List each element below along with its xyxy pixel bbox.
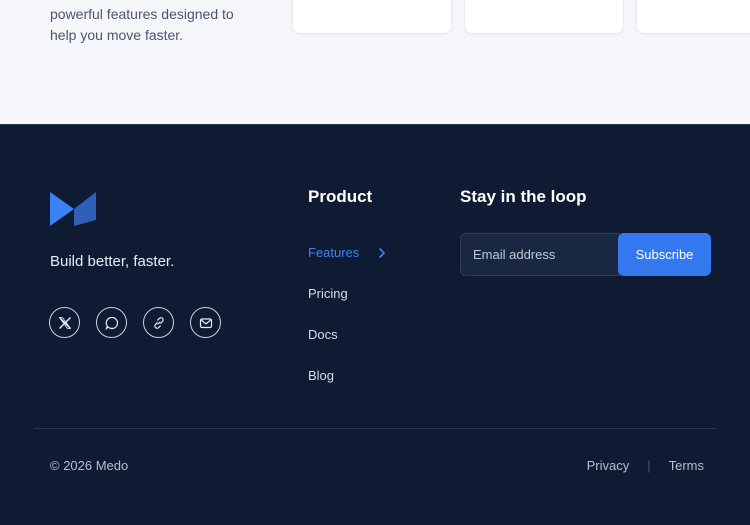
nav-docs-link[interactable]: Docs <box>308 314 387 355</box>
newsletter-heading: Stay in the loop <box>460 187 587 206</box>
features-section: powerful features designed to help you m… <box>0 0 750 125</box>
features-intro: powerful features designed to help you m… <box>50 4 280 46</box>
subscribe-button[interactable]: Subscribe <box>618 233 711 276</box>
product-heading: Product <box>308 187 373 206</box>
nav-features-link[interactable]: Features <box>308 232 387 273</box>
site-footer: Build better, faster. Product Features P… <box>0 126 750 525</box>
nav-blog-label: Blog <box>308 368 335 383</box>
nav-pricing-link[interactable]: Pricing <box>308 273 387 314</box>
terms-link[interactable]: Terms <box>669 458 704 473</box>
privacy-link[interactable]: Privacy <box>587 458 630 473</box>
product-nav: Features Pricing Docs Blog <box>308 232 387 396</box>
nav-features-label: Features <box>308 245 360 260</box>
feature-card <box>292 0 452 34</box>
nav-docs-label: Docs <box>308 327 338 342</box>
x-icon <box>58 316 71 329</box>
brand-tagline: Build better, faster. <box>50 253 175 270</box>
chat-social-button[interactable] <box>96 307 127 338</box>
chevron-right-icon <box>379 247 386 258</box>
mail-social-button[interactable] <box>190 307 221 338</box>
link-icon <box>153 316 164 329</box>
footer-divider <box>34 428 716 429</box>
copyright-text: © 2026 Medo <box>50 458 129 473</box>
intro-line-2: help you move faster. <box>50 27 184 43</box>
chat-icon <box>104 316 118 330</box>
nav-pricing-label: Pricing <box>308 286 348 301</box>
nav-blog-link[interactable]: Blog <box>308 355 387 396</box>
feature-card <box>464 0 624 34</box>
link-social-button[interactable] <box>143 307 174 338</box>
legal-separator: | <box>647 458 651 473</box>
mail-icon <box>199 317 212 328</box>
medo-logo-icon[interactable] <box>50 190 96 228</box>
email-field[interactable] <box>460 233 620 276</box>
intro-line-1: powerful features designed to <box>50 6 234 22</box>
legal-links: Privacy | Terms <box>587 458 704 473</box>
social-links <box>49 307 221 338</box>
x-social-button[interactable] <box>49 307 80 338</box>
feature-card <box>636 0 750 34</box>
